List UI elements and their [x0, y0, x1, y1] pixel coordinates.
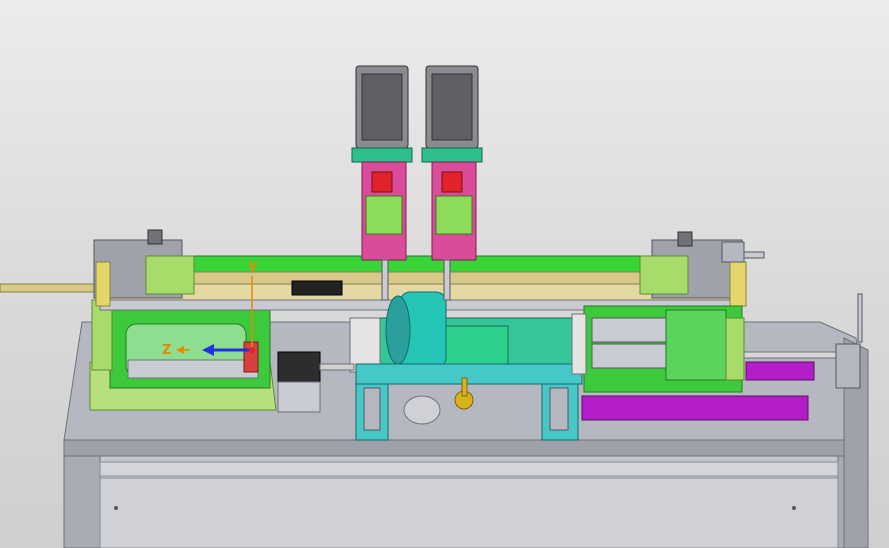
origin-point [249, 347, 255, 353]
left-fixture[interactable] [89, 299, 277, 411]
cad-3d-viewport[interactable]: Y Z [0, 0, 889, 548]
machine-model[interactable] [0, 0, 889, 548]
y-axis-label: Y [248, 261, 258, 276]
z-axis-label: Z [162, 343, 172, 358]
